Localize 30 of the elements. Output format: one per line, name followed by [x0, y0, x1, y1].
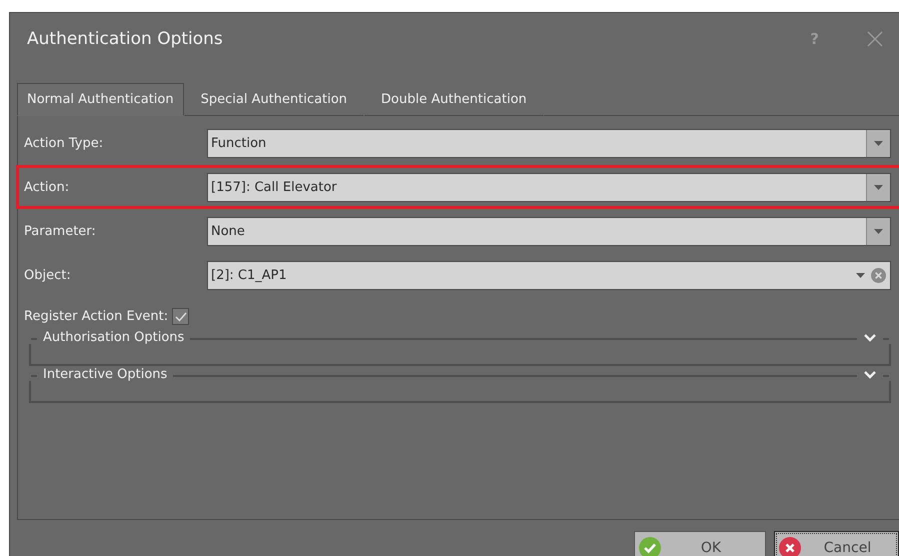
dropdown-field[interactable]: [2]: C1_AP1 [207, 260, 891, 290]
field-label: Parameter: [24, 224, 97, 239]
close-icon[interactable] [867, 30, 883, 47]
caret-icon [874, 140, 883, 146]
tab[interactable]: Special Authentication [184, 82, 364, 116]
dropdown-field[interactable]: None [207, 216, 891, 246]
dropdown-button[interactable] [866, 174, 890, 201]
caret-icon [874, 184, 883, 190]
check-icon [174, 312, 187, 322]
checkbox-label: Register Action Event: [24, 309, 168, 324]
field-label: Action: [24, 180, 70, 195]
dropdown-field[interactable]: Function [207, 128, 891, 158]
window-title: Authentication Options [27, 28, 224, 49]
cancel-icon [779, 537, 801, 556]
clear-icon[interactable] [871, 268, 886, 283]
caret-icon[interactable] [856, 272, 865, 278]
field-label: Object: [24, 268, 72, 283]
check-icon [639, 537, 661, 556]
caret-icon [874, 228, 883, 234]
cancel-button[interactable]: Cancel [774, 531, 899, 556]
tab[interactable]: Normal Authentication [17, 82, 184, 116]
ok-button[interactable]: OK [634, 531, 766, 556]
dropdown-button[interactable] [866, 218, 890, 245]
field-label: Action Type: [24, 136, 104, 151]
group-title[interactable]: Authorisation Options [37, 330, 190, 345]
checkbox[interactable] [172, 308, 190, 326]
dropdown-field[interactable]: [157]: Call Elevator [207, 172, 891, 202]
tab[interactable]: Double Authentication [364, 82, 544, 116]
group-title[interactable]: Interactive Options [37, 366, 174, 382]
dropdown-button[interactable] [866, 130, 890, 157]
